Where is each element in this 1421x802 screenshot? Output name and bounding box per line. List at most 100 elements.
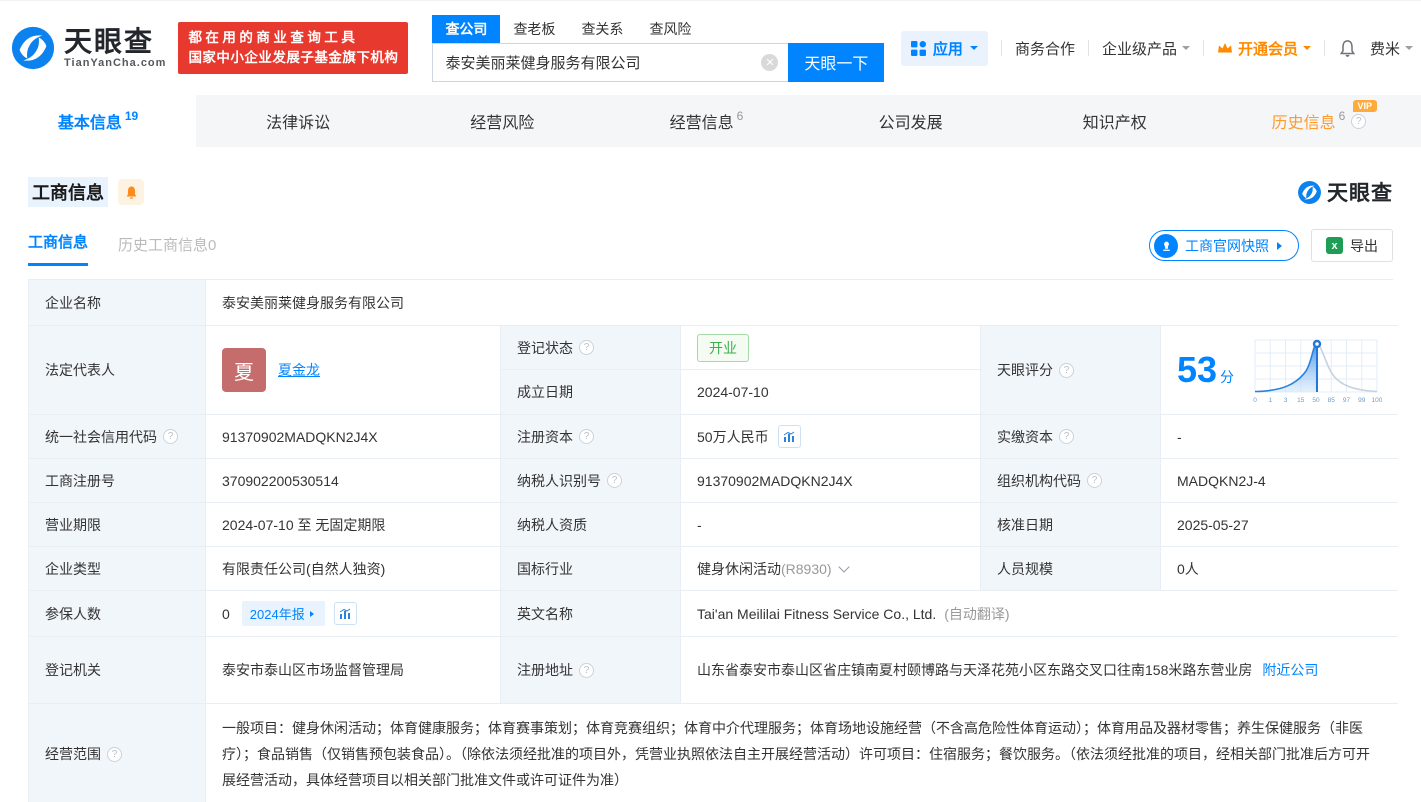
- annual-report-badge[interactable]: 2024年报: [241, 601, 325, 626]
- nav-open-vip[interactable]: 开通会员: [1217, 38, 1311, 59]
- tab-count: 19: [124, 109, 139, 123]
- tab-basic-info[interactable]: 基本信息 19: [0, 95, 196, 147]
- field-label: 注册地址: [501, 637, 681, 704]
- tab-count: 6: [736, 109, 744, 123]
- apps-label: 应用: [932, 40, 963, 58]
- field-label: 企业名称: [29, 280, 206, 326]
- export-button[interactable]: 导出: [1311, 229, 1393, 262]
- vip-label: 开通会员: [1237, 40, 1298, 58]
- svg-text:15: 15: [1297, 397, 1305, 404]
- auto-translate-note: (自动翻译): [944, 605, 1010, 622]
- capital-chart-icon[interactable]: [777, 425, 801, 448]
- tab-count: 6: [1338, 109, 1346, 123]
- clear-icon[interactable]: [761, 53, 779, 71]
- score-distribution-chart: 0 1 3 15 50 85 97 99 100: [1253, 339, 1382, 404]
- field-label: 登记状态: [501, 326, 681, 370]
- field-label: 成立日期: [501, 370, 681, 414]
- staff-size-value: 0人: [1161, 547, 1399, 591]
- search-tab-boss[interactable]: 查老板: [500, 15, 568, 43]
- search-tab-relation[interactable]: 查关系: [568, 15, 636, 43]
- help-icon[interactable]: [1351, 113, 1367, 129]
- subtab-row: 工商信息 历史工商信息0 工商官网快照 导出: [28, 229, 1393, 266]
- insured-count-cell: 0 2024年报: [206, 591, 501, 637]
- help-icon[interactable]: [163, 429, 178, 444]
- chevron-down-icon: [1302, 46, 1311, 54]
- reg-status-cell: 开业: [681, 326, 980, 370]
- help-icon[interactable]: [1059, 429, 1074, 444]
- promo-line1: 都在用的商业查询工具: [188, 30, 359, 45]
- divider: [1202, 40, 1204, 56]
- promo-banner: 都在用的商业查询工具 国家中小企业发展子基金旗下机构: [178, 22, 409, 74]
- tab-history-info[interactable]: VIP 历史信息 6: [1217, 95, 1421, 147]
- svg-text:97: 97: [1343, 397, 1351, 404]
- nav-enterprise-products[interactable]: 企业级产品: [1102, 38, 1190, 59]
- field-label: 企业类型: [29, 547, 206, 591]
- tab-label: 经营信息: [669, 115, 734, 132]
- reg-capital-cell: 50万人民币: [681, 415, 981, 459]
- tab-operating-risk[interactable]: 经营风险: [400, 95, 604, 147]
- reg-number-value: 370902200530514: [206, 459, 501, 503]
- industry-code: (R8930): [781, 560, 832, 577]
- help-icon[interactable]: [107, 746, 122, 762]
- business-term-value: 2024-07-10 至 无固定期限: [206, 503, 501, 547]
- watermark-text: 天眼查: [1327, 182, 1393, 205]
- content: 工商信息 天眼查 工商信息 历史工商信息0 工商官网快照 x 导出 企业名称 泰…: [0, 177, 1421, 802]
- field-label: 天眼评分: [981, 326, 1161, 415]
- reg-address-cell: 山东省泰安市泰山区省庄镇南夏村颐博路与天泽花苑小区东路交叉口往南158米路东营业…: [681, 637, 1399, 704]
- taxpayer-id-value: 91370902MADQKN2J4X: [681, 459, 981, 503]
- username: 费米: [1369, 40, 1400, 58]
- help-icon[interactable]: [579, 340, 594, 355]
- tab-intellectual-property[interactable]: 知识产权: [1013, 95, 1217, 147]
- search-block: 查公司 查老板 查关系 查风险 天眼一下: [432, 14, 885, 82]
- apps-menu[interactable]: 应用: [900, 30, 988, 66]
- search-button[interactable]: 天眼一下: [788, 42, 885, 82]
- help-icon[interactable]: [579, 429, 594, 444]
- brand-logo[interactable]: 天眼查 TianYanCha.com: [10, 25, 166, 71]
- bell-icon: [126, 186, 136, 199]
- help-icon[interactable]: [1059, 362, 1074, 378]
- help-icon[interactable]: [579, 662, 594, 678]
- tab-operating-info[interactable]: 经营信息 6: [604, 95, 808, 147]
- field-label: 统一社会信用代码: [29, 415, 206, 459]
- legal-rep-link[interactable]: 夏金龙: [278, 360, 320, 380]
- section-header: 工商信息 天眼查: [28, 177, 1393, 207]
- avatar[interactable]: 夏: [222, 348, 266, 392]
- subtab-history-business-info[interactable]: 历史工商信息0: [118, 234, 216, 266]
- tab-label: 历史信息: [1271, 115, 1336, 132]
- score-unit: 分: [1220, 369, 1235, 385]
- insured-chart-icon[interactable]: [333, 602, 357, 625]
- excel-icon: [1326, 237, 1343, 254]
- business-scope-value: 一般项目：健身休闲活动；体育健康服务；体育赛事策划；体育竞赛组织；体育中介代理服…: [206, 704, 1399, 802]
- app-grid-icon: [910, 40, 926, 56]
- search-tab-company[interactable]: 查公司: [432, 14, 501, 43]
- search-tab-risk[interactable]: 查风险: [636, 15, 704, 43]
- divider: [1000, 40, 1002, 56]
- tab-label: 知识产权: [1082, 115, 1147, 132]
- tab-legal-proceedings[interactable]: 法律诉讼: [196, 95, 400, 147]
- field-label: 法定代表人: [29, 326, 206, 415]
- crown-icon: [1217, 42, 1232, 52]
- tab-label: 基本信息: [57, 115, 122, 132]
- tab-company-development[interactable]: 公司发展: [809, 95, 1013, 147]
- subtab-business-info[interactable]: 工商信息: [28, 231, 89, 266]
- tab-label: 公司发展: [878, 115, 943, 132]
- nav-cooperation[interactable]: 商务合作: [1015, 38, 1075, 59]
- official-snapshot-button[interactable]: 工商官网快照: [1149, 230, 1299, 261]
- search-input[interactable]: [432, 42, 789, 82]
- arrow-right-icon: [309, 610, 317, 617]
- stamp-icon: [1154, 233, 1178, 258]
- promo-line2: 国家中小企业发展子基金旗下机构: [188, 50, 399, 65]
- notification-bell-icon[interactable]: [1338, 39, 1357, 58]
- nav-user-menu[interactable]: 费米: [1370, 38, 1413, 59]
- field-label: 实缴资本: [981, 415, 1161, 459]
- chevron-down-icon: [1405, 46, 1413, 54]
- nearby-companies-link[interactable]: 附近公司: [1262, 658, 1318, 682]
- divider: [1087, 40, 1089, 56]
- svg-text:99: 99: [1358, 397, 1366, 404]
- subscribe-bell-button[interactable]: [118, 179, 144, 205]
- help-icon[interactable]: [607, 473, 622, 488]
- field-label: 人员规模: [981, 547, 1161, 591]
- tianyancha-logo-icon: [1298, 180, 1321, 204]
- help-icon[interactable]: [1087, 473, 1102, 488]
- chevron-down-icon[interactable]: [837, 560, 850, 573]
